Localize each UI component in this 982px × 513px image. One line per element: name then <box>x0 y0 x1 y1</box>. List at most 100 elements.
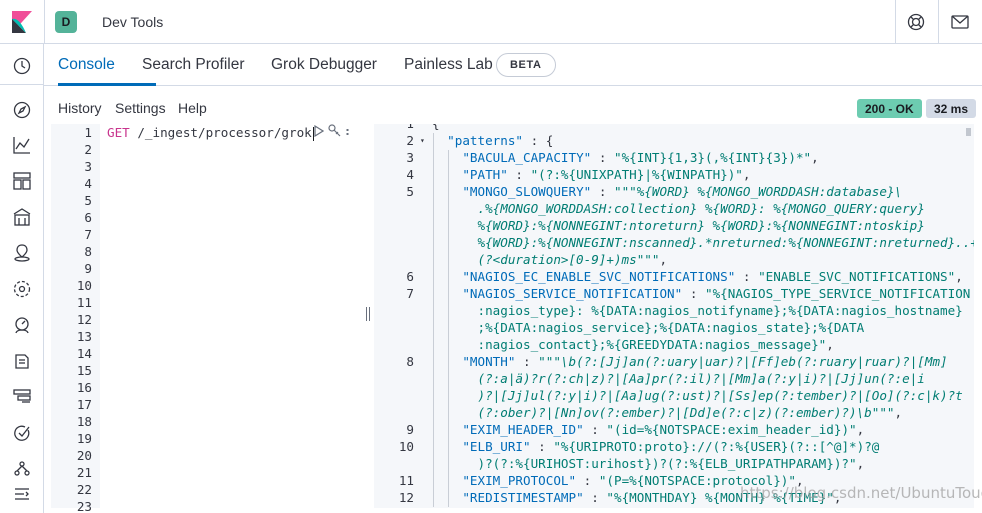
response-line: "MONTH" : """\b(?:[Jj]an(?:uary|uar)?|[F… <box>432 354 947 369</box>
line-number: 1 <box>84 125 92 140</box>
tab-grok-debugger[interactable]: Grok Debugger <box>271 56 377 74</box>
dashboard-icon[interactable] <box>12 171 32 191</box>
response-line: "MONGO_SLOWQUERY" : """%{WORD} %{MONGO_W… <box>432 184 902 199</box>
help-icon[interactable] <box>906 12 926 32</box>
mail-icon[interactable] <box>950 12 970 32</box>
response-line: "ELB_URI" : "%{URIPROTO:proto}://(?:%{US… <box>432 439 879 454</box>
code-token: "BACULA_CAPACITY" <box>462 150 592 165</box>
code-token: "(?:%{UNIXPATH}|%{WINPATH})" <box>530 167 743 182</box>
code-token: ;%{DATA:nagios_service};%{DATA:nagios_st… <box>432 320 865 335</box>
line-number: 11 <box>76 295 92 310</box>
line-number: 12 <box>398 490 414 505</box>
canvas-icon[interactable] <box>12 207 32 227</box>
response-line-gutter: 12▾3456789101112 <box>374 124 428 508</box>
line-number: 19 <box>76 431 92 446</box>
code-token: )?(?:%{URIHOST:urihost})?(?:%{ELB_URIPAT… <box>432 456 857 471</box>
header-separator <box>44 0 45 44</box>
breadcrumb-title: Dev Tools <box>102 14 164 30</box>
response-line: %{WORD}:%{NONNEGINT:nscanned}.*nreturned… <box>432 235 974 250</box>
response-line: :nagios_contact};%{GREEDYDATA:nagios_mes… <box>432 337 834 352</box>
code-token: "%{INT}{1,3}(,%{INT}{3})*" <box>614 150 812 165</box>
visualize-icon[interactable] <box>12 135 32 155</box>
code-token: , <box>826 337 834 352</box>
code-token: )?|[Jj]ul(?:y|i)?|[Aa]ug(?:ust)?|[Ss]ep(… <box>432 388 963 403</box>
response-line: "EXIM_HEADER_ID" : "(id=%{NOTSPACE:exim_… <box>432 422 864 437</box>
uptime-icon[interactable] <box>12 423 32 443</box>
line-number: 3 <box>406 150 414 165</box>
code-token: %{WORD}:%{NONNEGINT:nscanned}.*nreturned… <box>432 235 974 250</box>
line-number: 12 <box>76 312 92 327</box>
discover-icon[interactable] <box>12 100 32 120</box>
graph-icon[interactable] <box>12 459 32 479</box>
line-number: 15 <box>76 363 92 378</box>
space-avatar[interactable]: D <box>55 11 77 33</box>
code-token: "patterns" <box>447 133 523 148</box>
line-number: 3 <box>84 159 92 174</box>
help-link[interactable]: Help <box>178 100 207 116</box>
active-tab-indicator <box>58 83 156 86</box>
line-number: 17 <box>76 397 92 412</box>
tab-painless-lab[interactable]: Painless Lab <box>404 56 493 74</box>
request-time-badge: 32 ms <box>926 99 977 118</box>
tab-console[interactable]: Console <box>58 56 115 74</box>
history-link[interactable]: History <box>58 100 102 116</box>
code-token: """ <box>871 405 895 420</box>
code-token: : { <box>523 133 554 148</box>
line-number: 20 <box>76 448 92 463</box>
code-token: : <box>583 422 607 437</box>
response-output: { "patterns" : { "BACULA_CAPACITY" : "%{… <box>428 124 974 508</box>
request-method: GET <box>107 125 130 140</box>
response-line: "PATH" : "(?:%{UNIXPATH}|%{WINPATH})", <box>432 167 750 182</box>
response-line: (?:a|ä)?r(?:ch|z)?|[Aa]pr(?:il)?|[Mm]a(?… <box>432 371 924 386</box>
code-token: """ <box>538 354 561 369</box>
line-number: 4 <box>406 167 414 182</box>
line-number: 2 <box>84 142 92 157</box>
code-token: .%{MONGO_WORDDASH:collection} %{WORD}: %… <box>432 201 925 216</box>
line-number: 7 <box>406 286 414 301</box>
request-editor[interactable]: GET /_ingest/processor/grok <box>104 124 362 508</box>
code-token: : <box>583 490 607 505</box>
fold-toggle-icon[interactable]: ▾ <box>420 136 425 145</box>
status-badge: 200 - OK <box>857 99 922 118</box>
response-line: (?:ober)?|[Nn]ov(?:ember)?|[Dd]e(?:c|z)(… <box>432 405 902 420</box>
response-line: %{WORD}:%{NONNEGINT:ntoreturn} %{WORD}:%… <box>432 218 924 233</box>
code-token: (?<duration>[0-9]+)ms <box>432 252 637 267</box>
line-number: 2 <box>406 133 414 148</box>
ml-icon[interactable] <box>12 279 32 299</box>
wrench-icon[interactable] <box>328 123 342 143</box>
code-token: "REDISTIMESTAMP" <box>462 490 584 505</box>
code-token: : <box>591 184 614 199</box>
line-number: 10 <box>398 439 414 454</box>
more-actions-icon[interactable] <box>346 124 349 142</box>
play-icon[interactable] <box>314 124 325 142</box>
code-token: "MONGO_SLOWQUERY" <box>462 184 592 199</box>
apm-icon[interactable] <box>12 387 32 407</box>
tab-search-profiler[interactable]: Search Profiler <box>142 56 245 74</box>
maps-icon[interactable] <box>12 243 32 263</box>
response-line: :nagios_type}: %{DATA:nagios_notifyname}… <box>432 303 962 318</box>
code-token: :nagios_contact};%{GREEDYDATA:nagios_mes… <box>432 337 827 352</box>
kibana-logo-icon[interactable] <box>12 11 32 33</box>
resize-handle-icon[interactable] <box>366 307 370 321</box>
devtools-tabs: Console Search Profiler Grok Debugger Pa… <box>44 44 982 86</box>
request-line-gutter: 1 2 3 4 5 6 7 8 9 10 11 12 13 14 15 16 17 18 19 20 21 22 23 <box>51 124 100 513</box>
code-token: , <box>894 405 903 420</box>
response-scrollbar[interactable] <box>966 128 971 136</box>
metrics-icon[interactable] <box>12 315 32 335</box>
code-token: "EXIM_PROTOCOL" <box>462 473 577 488</box>
line-number: 9 <box>84 261 92 276</box>
code-token: , <box>856 422 865 437</box>
code-token: "ENABLE_SVC_NOTIFICATIONS" <box>758 269 956 284</box>
logs-icon[interactable] <box>12 351 32 371</box>
collapse-icon[interactable] <box>12 484 32 504</box>
response-line: "NAGIOS_SERVICE_NOTIFICATION" : "%{NAGIO… <box>432 286 970 301</box>
code-token: "MONTH" <box>462 354 516 369</box>
code-token: %{WORD} %{MONGO_WORDDASH:database}\ <box>636 184 903 199</box>
settings-link[interactable]: Settings <box>115 100 166 116</box>
recently-viewed-icon[interactable] <box>12 56 32 76</box>
